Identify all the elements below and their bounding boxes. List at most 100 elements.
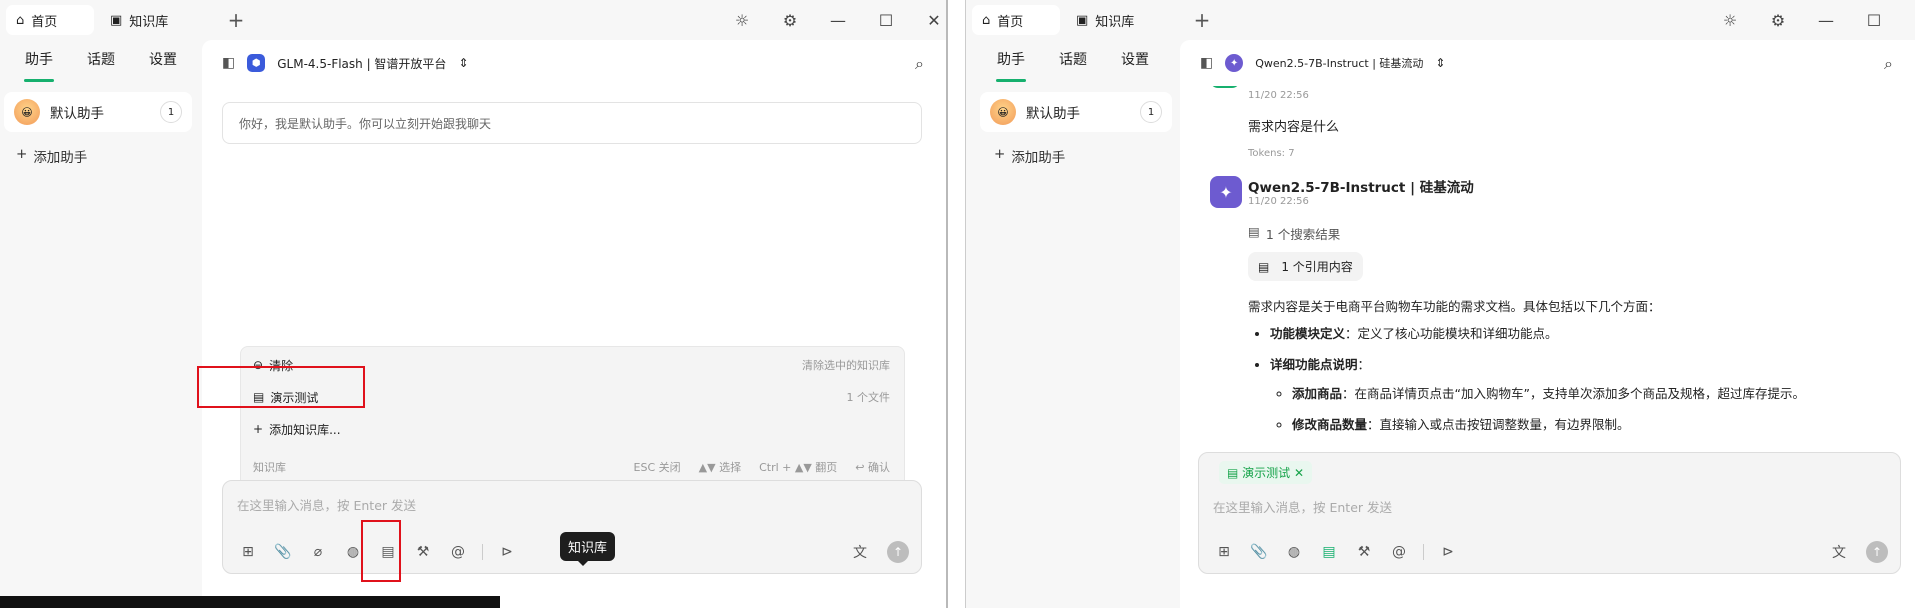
expand-circle-icon[interactable]: ⊳ xyxy=(496,541,518,563)
avatar: 😀 xyxy=(990,99,1016,125)
toggle-sidebar-icon[interactable]: ◧ xyxy=(1200,55,1213,71)
new-topic-icon[interactable]: ⊞ xyxy=(1213,541,1235,563)
highlight-kb-item xyxy=(197,366,365,408)
tab-settings[interactable]: 设置 xyxy=(1104,40,1166,86)
tab-home[interactable]: ⌂ 首页 xyxy=(972,5,1060,35)
bot-name: Qwen2.5-7B-Instruct | 硅基流动 xyxy=(1248,180,1474,196)
new-tab-button[interactable]: + xyxy=(1190,8,1214,32)
topic-count-badge: 1 xyxy=(1140,101,1162,123)
home-icon: ⌂ xyxy=(16,12,25,28)
search-icon[interactable]: ⌕ xyxy=(1884,54,1893,74)
sidebar: 助手 话题 设置 😀 默认助手 1 + 添加助手 xyxy=(966,40,1180,608)
settings-gear-icon[interactable]: ⚙ xyxy=(776,8,804,32)
greeting-message: 你好，我是默认助手。你可以立刻开始跟我聊天 xyxy=(222,102,922,144)
translate-icon[interactable]: 文 xyxy=(1828,541,1850,563)
add-assistant-button[interactable]: + 添加助手 xyxy=(994,146,1180,166)
title-bar: ⌂首页 ▣知识库 + ☼ ⚙ — ☐ ✕ xyxy=(0,0,946,40)
kb-icon: ▣ xyxy=(110,12,123,28)
model-selector[interactable]: Qwen2.5-7B-Instruct | 硅基流动 xyxy=(1255,55,1423,71)
input-right-toolbar: 文 ↑ xyxy=(849,541,909,563)
assistant-item-default[interactable]: 😀 默认助手 1 xyxy=(4,92,192,132)
tab-assistants[interactable]: 助手 xyxy=(8,40,70,86)
assistant-name: 默认助手 xyxy=(1026,106,1080,122)
toggle-sidebar-icon[interactable]: ◧ xyxy=(222,55,235,71)
minimize-button[interactable]: — xyxy=(1812,8,1840,32)
window-controls: ☼ ⚙ — ☐ ✕ xyxy=(1716,8,1915,32)
plus-icon: + xyxy=(16,146,28,162)
list-item: 功能模块定义：定义了核心功能模块和详细功能点。 xyxy=(1270,323,1895,342)
tab-home[interactable]: ⌂ 首页 xyxy=(6,5,94,35)
input-right-toolbar: 文 ↑ xyxy=(1828,541,1888,563)
kb-popup-footer: 知识库 ESC 关闭 ▲▼ 选择 Ctrl + ▲▼ 翻页 ↩ 确认 xyxy=(253,461,890,474)
settings-gear-icon[interactable]: ⚙ xyxy=(1764,8,1792,32)
send-button[interactable]: ↑ xyxy=(887,541,909,563)
search-results-link[interactable]: ▤ 1 个搜索结果 xyxy=(1248,224,1340,243)
answer-intro: 需求内容是关于电商平台购物车功能的需求文档。具体包括以下几个方面： xyxy=(1248,299,1661,314)
minimize-button[interactable]: — xyxy=(824,8,852,32)
mcp-hammer-icon[interactable]: ⚒ xyxy=(1353,541,1375,563)
right-app-window: ⌂首页 ▣知识库 + ☼ ⚙ — ☐ ✕ 助手 话题 设置 😀 默认助手 1 +… xyxy=(965,0,1915,608)
tab-knowledge-base[interactable]: ▣ 知识库 xyxy=(100,5,210,35)
siliconflow-logo-icon: ✦ xyxy=(1225,54,1244,72)
close-icon[interactable]: ✕ xyxy=(1290,466,1304,480)
clear-context-icon[interactable]: ⌀ xyxy=(307,541,329,563)
message-input[interactable]: 在这里输入消息，按 Enter 发送 xyxy=(237,495,416,514)
send-button[interactable]: ↑ xyxy=(1866,541,1888,563)
theme-sun-icon[interactable]: ☼ xyxy=(728,8,756,32)
message-input-box[interactable]: ▤ 演示测试 ✕ 在这里输入消息，按 Enter 发送 ⊞ 📎 ◍ ▤ ⚒ @ … xyxy=(1198,452,1901,574)
tab-settings[interactable]: 设置 xyxy=(132,40,194,86)
divider xyxy=(482,544,483,560)
tab-topics[interactable]: 话题 xyxy=(1042,40,1104,86)
message-list: 11/20 22:56 需求内容是什么 Tokens: 7 ✦ Qwen2.5-… xyxy=(1210,86,1895,474)
new-topic-icon[interactable]: ⊞ xyxy=(237,541,259,563)
file-icon: ▤ xyxy=(1227,466,1243,480)
left-app-window: ⌂ 首页 ▣ 知识库 + ☼ ⚙ — ☐ ✕ 助手 话题 设置 😀 默认助手 1 +… xyxy=(0,0,948,608)
topic-count-badge: 1 xyxy=(160,101,182,123)
search-icon[interactable]: ⌕ xyxy=(915,54,924,74)
knowledge-base-icon[interactable]: ▤ xyxy=(1318,541,1340,563)
model-selector[interactable]: GLM-4.5-Flash | 智谱开放平台 xyxy=(277,55,446,72)
message-input[interactable]: 在这里输入消息，按 Enter 发送 xyxy=(1213,497,1392,516)
background-strip xyxy=(0,596,500,608)
tab-knowledge-base[interactable]: ▣ 知识库 xyxy=(1066,5,1176,35)
theme-sun-icon[interactable]: ☼ xyxy=(1716,8,1744,32)
kb-icon: ▣ xyxy=(1076,12,1089,28)
bot-answer: 需求内容是关于电商平台购物车功能的需求文档。具体包括以下几个方面： 功能模块定义… xyxy=(1248,296,1895,445)
plus-icon: + xyxy=(253,422,264,436)
chat-main: ◧ ⬢ GLM-4.5-Flash | 智谱开放平台 ⇕ ⌕ 你好，我是默认助手… xyxy=(202,40,946,608)
translate-icon[interactable]: 文 xyxy=(849,541,871,563)
token-count: Tokens: 7 xyxy=(1248,148,1295,159)
attachment-icon[interactable]: 📎 xyxy=(272,541,294,563)
highlight-kb-button xyxy=(361,520,401,582)
chevron-updown-icon[interactable]: ⇕ xyxy=(1435,56,1445,70)
assistant-item-default[interactable]: 😀 默认助手 1 xyxy=(980,92,1172,132)
attachment-icon[interactable]: 📎 xyxy=(1248,541,1270,563)
title-bar: ⌂首页 ▣知识库 + ☼ ⚙ — ☐ ✕ xyxy=(966,0,1915,40)
chevron-updown-icon[interactable]: ⇕ xyxy=(458,56,468,70)
kb-add-option[interactable]: + 添加知识库... xyxy=(253,417,890,441)
maximize-button[interactable]: ☐ xyxy=(872,8,900,32)
user-avatar xyxy=(1210,86,1240,88)
sidebar: 助手 话题 设置 😀 默认助手 1 + 添加助手 xyxy=(0,40,202,608)
close-button[interactable]: ✕ xyxy=(920,8,946,32)
new-tab-button[interactable]: + xyxy=(224,8,248,32)
selected-kb-chip[interactable]: ▤ 演示测试 ✕ xyxy=(1219,461,1313,484)
mcp-hammer-icon[interactable]: ⚒ xyxy=(412,541,434,563)
add-assistant-button[interactable]: + 添加助手 xyxy=(16,146,202,166)
citation-chip[interactable]: ▤ 1 个引用内容 xyxy=(1248,252,1363,281)
mention-at-icon[interactable]: @ xyxy=(447,541,469,563)
close-button[interactable]: ✕ xyxy=(1908,8,1915,32)
maximize-button[interactable]: ☐ xyxy=(1860,8,1888,32)
tab-topics[interactable]: 话题 xyxy=(70,40,132,86)
expand-circle-icon[interactable]: ⊳ xyxy=(1437,541,1459,563)
answer-list: 功能模块定义：定义了核心功能模块和详细功能点。 详细功能点说明： 添加商品：在商… xyxy=(1248,323,1895,433)
chat-main: ◧ ✦ Qwen2.5-7B-Instruct | 硅基流动 ⇕ ⌕ 11/20… xyxy=(1180,40,1915,608)
bot-avatar-icon: ✦ xyxy=(1210,176,1242,208)
file-icon: ▤ xyxy=(1248,224,1260,239)
input-toolbar: ⊞ 📎 ◍ ▤ ⚒ @ ⊳ xyxy=(1213,541,1459,563)
chat-header: ◧ ✦ Qwen2.5-7B-Instruct | 硅基流动 ⇕ ⌕ xyxy=(1180,40,1915,86)
tab-assistants[interactable]: 助手 xyxy=(980,40,1042,86)
mention-at-icon[interactable]: @ xyxy=(1388,541,1410,563)
home-icon: ⌂ xyxy=(982,12,991,28)
web-search-icon[interactable]: ◍ xyxy=(1283,541,1305,563)
